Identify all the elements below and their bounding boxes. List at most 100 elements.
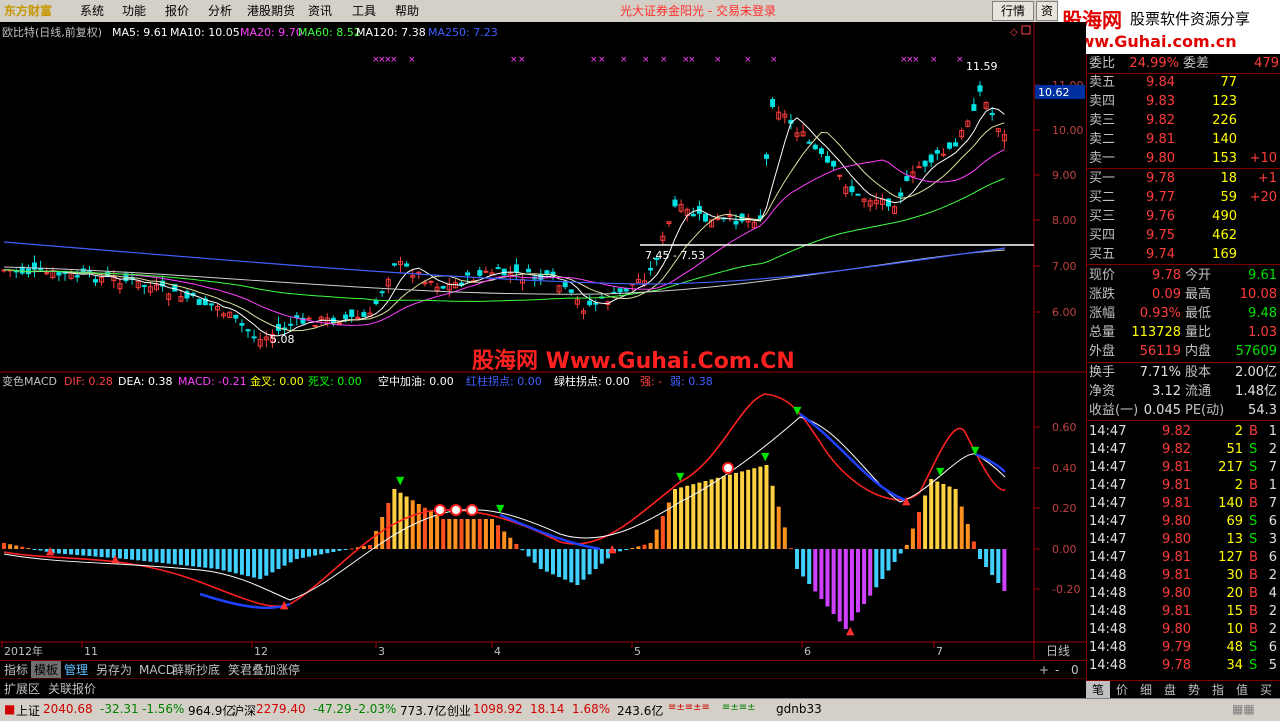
ad-banner[interactable]: 股海网 股票软件资源分享 Www.Guhai.com.cn [1058,0,1280,54]
sh-label[interactable]: 上证 [16,702,40,719]
menu-quote[interactable]: 报价 [165,0,189,22]
tick-row[interactable]: 14:47 9.81 217 S 7 [1087,458,1280,477]
macd-bar [715,477,720,549]
tab-template[interactable]: 模板 [31,661,62,679]
candle-body [727,214,733,217]
weicha-label: 委差 [1183,56,1210,71]
macd-bar [654,529,659,549]
macd-bar [471,519,476,549]
bid-row[interactable]: 买三 9.76 490 [1087,207,1280,226]
tab-xiaojun[interactable]: 笑君叠加涨停 [225,661,303,679]
tick-row[interactable]: 14:47 9.82 2 B 1 [1087,422,1280,441]
macd-bar [648,543,653,549]
candle-body [233,314,239,319]
ask-row[interactable]: 卖一 9.80 153 +10 [1087,149,1280,168]
order-ratio-row[interactable]: 委比 24.99% 委差 479 [1087,54,1280,73]
zoom-in-button[interactable]: + [1036,661,1052,679]
panel-tab-2[interactable]: 细 [1134,681,1158,699]
quote-button[interactable]: 行情 [992,1,1034,21]
cy-label[interactable]: 创业 [447,702,471,719]
macd-bar [38,549,43,551]
bid-row[interactable]: 买一 9.78 18 +1 [1087,169,1280,188]
menu-analysis[interactable]: 分析 [208,0,232,22]
menu-news[interactable]: 资讯 [308,0,332,22]
tick-row[interactable]: 14:48 9.78 34 S 5 [1087,656,1280,675]
bid-row[interactable]: 买二 9.77 59 +20 [1087,188,1280,207]
golden-cross-marker: ▲ [111,552,120,565]
signal-mark: × [956,55,964,65]
stat-row[interactable]: 总量 113728 量比 1.03 [1087,323,1280,342]
tick-row[interactable]: 14:48 9.81 15 B 2 [1087,602,1280,621]
tick-time: 14:48 [1089,658,1127,673]
indicator-legend-item: 绿柱拐点: 0.00 [554,374,630,388]
panel-tab-0[interactable]: 笔 [1086,681,1110,699]
period-label[interactable]: 日线 [1046,644,1070,658]
ask-row[interactable]: 卖二 9.81 140 [1087,130,1280,149]
ask-row[interactable]: 卖三 9.82 226 [1087,111,1280,130]
tab-indicator[interactable]: 指标 [1,661,31,679]
tick-row[interactable]: 14:48 9.80 10 B 2 [1087,620,1280,639]
fundamental-row[interactable]: 换手 7.71% 股本 2.00亿 [1087,363,1280,382]
tick-price: 9.81 [1162,496,1191,511]
bid-row[interactable]: 买五 9.74 169 [1087,245,1280,264]
tick-row[interactable]: 14:47 9.80 69 S 6 [1087,512,1280,531]
tick-row[interactable]: 14:47 9.81 140 B 7 [1087,494,1280,513]
menu-function[interactable]: 功能 [122,0,146,22]
tab-save-as[interactable]: 另存为 [93,661,135,679]
macd-bar [947,486,952,549]
tick-row[interactable]: 14:48 9.81 30 B 2 [1087,566,1280,585]
kline-chart[interactable]: 欧比特(日线,前复权) MA5: 9.61 MA10: 10.05 MA20: 9.… [0,22,1086,660]
fundamental-row[interactable]: 收益(一) 0.045 PE(动) 54.3 [1087,401,1280,420]
info-button[interactable]: 资 [1036,1,1058,21]
stat-row[interactable]: 涨跌 0.09 最高 10.08 [1087,285,1280,304]
ask-label: 卖三 [1089,113,1116,128]
refuel-marker [722,462,734,474]
tick-row[interactable]: 14:47 9.81 2 B 1 [1087,476,1280,495]
menu-system[interactable]: 系统 [80,0,104,22]
tick-row[interactable]: 14:48 9.80 20 B 4 [1087,584,1280,603]
tick-row[interactable]: 14:47 9.81 127 B 6 [1087,548,1280,567]
stat-row[interactable]: 外盘 56119 内盘 57609 [1087,342,1280,361]
zoom-out-button[interactable]: - [1052,661,1062,679]
candle-body [593,302,599,305]
indicator-legend-item: MACD: -0.21 [178,375,247,388]
menu-tools[interactable]: 工具 [352,0,376,22]
panel-tab-6[interactable]: 值 [1230,681,1254,699]
banner-subtitle: 股票软件资源分享 [1130,10,1251,28]
golden-cross-marker: ▲ [608,542,617,555]
menu-help[interactable]: 帮助 [395,0,419,22]
tick-row[interactable]: 14:48 9.79 48 S 6 [1087,638,1280,657]
bid-change: +1 [1257,171,1277,186]
stat-row[interactable]: 涨幅 0.93% 最低 9.48 [1087,304,1280,323]
sz-label[interactable]: 沪深 [232,702,256,719]
macd-bar [227,549,232,572]
quote-panel: 委比 24.99% 委差 479 卖五 9.84 77 卖四 9.83 123 卖三 9.82 226 卖… [1086,54,1280,680]
panel-tab-1[interactable]: 价 [1110,681,1134,699]
tick-count: 6 [1268,640,1277,655]
bid-volume: 462 [1212,228,1237,243]
stat-row[interactable]: 现价 9.78 今开 9.61 [1087,266,1280,285]
ask-label: 卖五 [1089,75,1116,90]
panel-tab-3[interactable]: 盘 [1158,681,1182,699]
zoom-reset-button[interactable]: 0 [1068,661,1082,679]
panel-tab-5[interactable]: 指 [1206,681,1230,699]
macd-bar [276,549,281,569]
tick-row[interactable]: 14:47 9.82 51 S 2 [1087,440,1280,459]
bid-row[interactable]: 买四 9.75 462 [1087,226,1280,245]
tab-manage[interactable]: 管理 [61,661,91,679]
signal-mark: × [744,55,752,65]
macd-bar [264,549,269,576]
tab-xuesi[interactable]: 薛斯抄底 [169,661,223,679]
ask-row[interactable]: 卖五 9.84 77 [1087,73,1280,92]
chart-collapse-icon[interactable]: ◇ [1010,27,1018,38]
panel-tab-7[interactable]: 买 [1254,681,1278,699]
ask-row[interactable]: 卖四 9.83 123 [1087,92,1280,111]
sh-icon: ■ [4,702,16,716]
candle-body [361,312,367,317]
fundamental-row[interactable]: 净资 3.12 流通 1.48亿 [1087,382,1280,401]
tab-extension[interactable]: 扩展区 [1,680,43,698]
tab-related-quote[interactable]: 关联报价 [45,680,99,698]
menu-hk-futures[interactable]: 港股期货 [247,0,295,22]
tick-row[interactable]: 14:47 9.80 13 S 3 [1087,530,1280,549]
panel-tab-4[interactable]: 势 [1182,681,1206,699]
